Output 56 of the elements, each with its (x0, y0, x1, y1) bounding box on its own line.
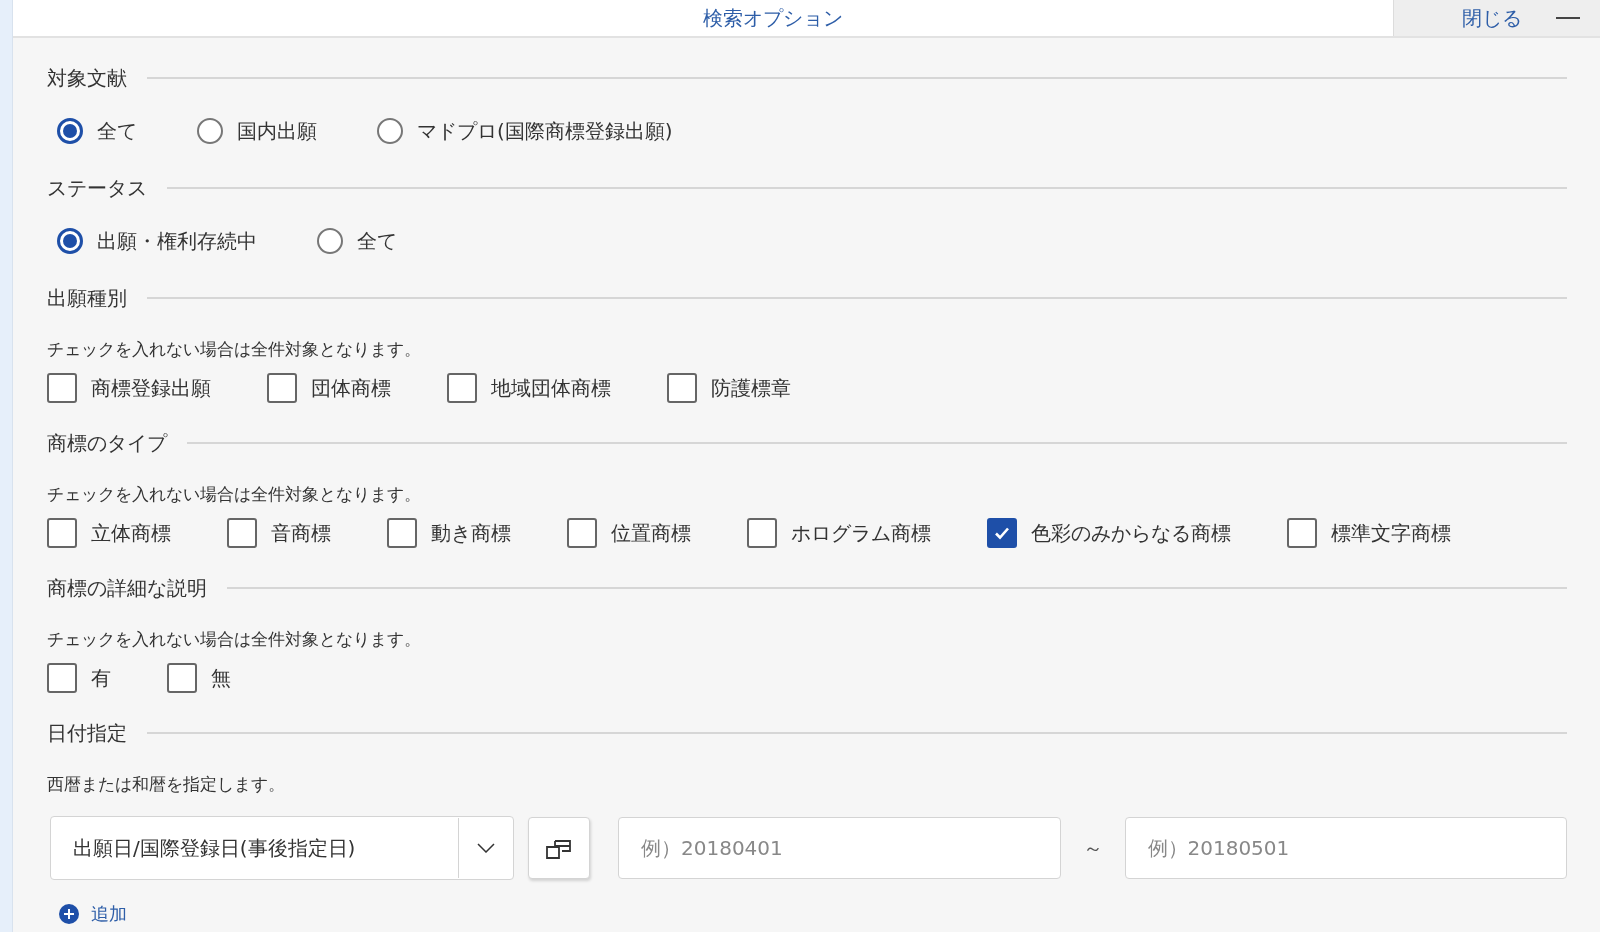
checkbox[interactable] (47, 518, 77, 548)
checkbox[interactable] (387, 518, 417, 548)
radio-button[interactable] (377, 118, 403, 144)
radio-button[interactable] (197, 118, 223, 144)
option-label: 立体商標 (91, 519, 171, 547)
checkbox[interactable] (1287, 518, 1317, 548)
option-label: 位置商標 (611, 519, 691, 547)
option-label: 無 (211, 664, 231, 692)
option-label: 動き商標 (431, 519, 511, 547)
section-title: 日付指定 (47, 719, 127, 747)
radio-button[interactable] (57, 228, 83, 254)
option-label: 全て (97, 117, 137, 145)
option-label: 出願・権利存続中 (97, 227, 257, 255)
section-title: 商標のタイプ (47, 429, 167, 457)
option-label: 商標登録出願 (91, 374, 211, 402)
window-button[interactable] (528, 817, 590, 879)
hint-text: チェックを入れない場合は全件対象となります。 (47, 338, 422, 361)
plus-circle-icon (59, 904, 79, 924)
checkbox[interactable] (747, 518, 777, 548)
section-title: 出願種別 (47, 284, 127, 312)
checkbox[interactable] (987, 518, 1017, 548)
hint-text: チェックを入れない場合は全件対象となります。 (47, 483, 422, 506)
add-link[interactable]: 追加 (59, 902, 127, 926)
radio-button[interactable] (57, 118, 83, 144)
checkbox[interactable] (667, 373, 697, 403)
date-type-dropdown[interactable]: 出願日/国際登録日(事後指定日) (50, 816, 514, 880)
option-label: マドプロ(国際商標登録出願) (417, 117, 673, 145)
section-title: ステータス (47, 174, 147, 202)
option-label: ホログラム商標 (791, 519, 931, 547)
to-date-field[interactable]: 例）20180501 (1124, 817, 1567, 879)
hint-text: チェックを入れない場合は全件対象となります。 (47, 628, 422, 651)
hint-text: 西暦または和暦を指定します。 (47, 773, 286, 796)
option-label: 色彩のみからなる商標 (1031, 519, 1231, 547)
option-label: 有 (91, 664, 111, 692)
checkbox[interactable] (447, 373, 477, 403)
radio-button[interactable] (317, 228, 343, 254)
dialog-title: 検索オプション (702, 4, 844, 32)
checkbox[interactable] (167, 663, 197, 693)
range-separator: ～ (1082, 834, 1103, 862)
option-label: 全て (357, 227, 397, 255)
option-label: 国内出願 (237, 117, 317, 145)
caret-icon (477, 843, 495, 853)
checkbox[interactable] (47, 373, 77, 403)
checkbox[interactable] (267, 373, 297, 403)
option-label: 団体商標 (311, 374, 391, 402)
option-label: 地域団体商標 (491, 374, 611, 402)
checkbox[interactable] (227, 518, 257, 548)
option-label: 標準文字商標 (1331, 519, 1451, 547)
section-title: 商標の詳細な説明 (47, 574, 207, 602)
checkbox[interactable] (47, 663, 77, 693)
minimize-icon[interactable] (1556, 16, 1580, 20)
from-date-field[interactable]: 例）20180401 (618, 817, 1061, 879)
checkbox[interactable] (567, 518, 597, 548)
option-label: 音商標 (271, 519, 331, 547)
option-label: 防護標章 (711, 374, 791, 402)
section-title: 対象文献 (47, 64, 127, 92)
